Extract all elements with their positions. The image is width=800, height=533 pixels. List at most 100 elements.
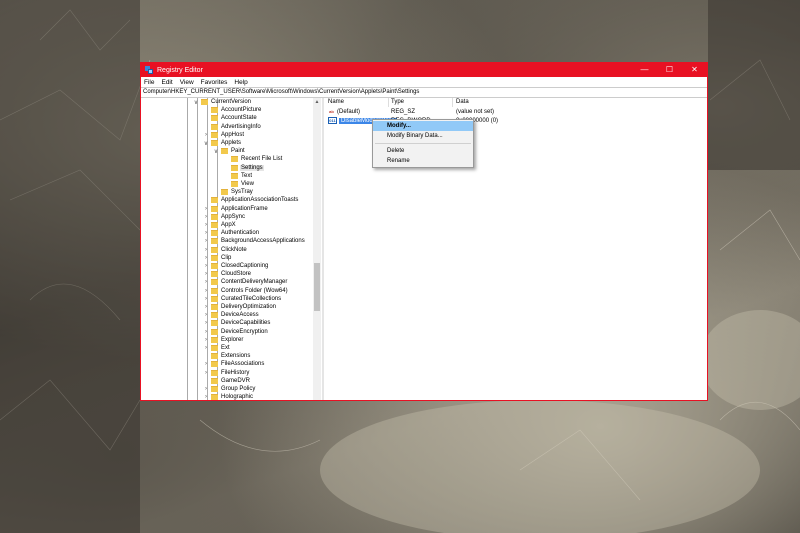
tree-node[interactable]: › ApplicationFrame [203, 205, 269, 213]
tree-node[interactable]: › FileAssociations [203, 360, 265, 368]
menu-favorites[interactable]: Favorites [201, 79, 228, 86]
expand-chevron-icon[interactable]: › [203, 271, 209, 277]
close-button[interactable]: ✕ [682, 63, 707, 77]
registry-editor-window: Registry Editor — ☐ ✕ File Edit View Fav… [140, 62, 708, 401]
folder-icon [211, 320, 218, 327]
tree-node[interactable]: › Ext [203, 344, 231, 352]
collapse-chevron-icon[interactable]: ∨ [213, 148, 219, 155]
folder-icon [211, 295, 218, 302]
tree-node[interactable]: › BackgroundAccessApplications [203, 237, 306, 245]
pane-splitter[interactable] [322, 98, 324, 400]
tree-node[interactable]: ApplicationAssociationToasts [203, 196, 299, 204]
expand-chevron-icon[interactable]: › [203, 206, 209, 212]
tree-node[interactable]: AccountState [203, 114, 258, 122]
tree-node[interactable]: › AppSync [203, 213, 246, 221]
expand-chevron-icon[interactable]: › [203, 263, 209, 269]
tree-node[interactable]: ∨ Applets [203, 139, 242, 147]
menu-item-delete[interactable]: Delete [373, 146, 473, 156]
tree-node[interactable]: › ClosedCaptioning [203, 262, 269, 270]
menu-item-modify-binary[interactable]: Modify Binary Data... [373, 131, 473, 141]
folder-icon [211, 287, 218, 294]
tree-node[interactable]: › Authentication [203, 229, 260, 237]
tree-node[interactable]: Text [223, 172, 253, 180]
expand-chevron-icon[interactable]: › [203, 255, 209, 261]
menu-file[interactable]: File [144, 79, 154, 86]
expand-chevron-icon[interactable]: › [203, 386, 209, 392]
menu-help[interactable]: Help [234, 79, 247, 86]
expand-chevron-icon[interactable]: › [203, 132, 209, 138]
tree-node-label: AccountPicture [221, 107, 262, 114]
tree-node[interactable]: › FileHistory [203, 369, 250, 377]
tree-node[interactable]: › CuratedTileCollections [203, 295, 282, 303]
expand-chevron-icon[interactable]: › [203, 238, 209, 244]
expand-chevron-icon[interactable]: › [203, 361, 209, 367]
folder-icon [211, 222, 218, 228]
tree-node[interactable]: GameDVR [203, 377, 251, 385]
tree-node-label: BackgroundAccessApplications [221, 238, 305, 245]
expand-chevron-icon[interactable]: › [203, 329, 209, 335]
value-row[interactable]: ab (Default) [328, 108, 360, 116]
tree-node-label: Group Policy [221, 386, 256, 392]
tree-node[interactable]: › ContentDeliveryManager [203, 278, 288, 286]
tree-node[interactable]: Extensions [203, 352, 251, 360]
tree-guide-line [197, 98, 198, 400]
tree-node[interactable]: AccountPicture [203, 106, 262, 114]
expand-chevron-icon[interactable]: › [203, 370, 209, 376]
tree-node-selected[interactable]: Settings [223, 164, 264, 172]
tree-node[interactable]: ∨ Paint [213, 147, 246, 155]
expand-chevron-icon[interactable]: › [203, 304, 209, 310]
menu-edit[interactable]: Edit [161, 79, 172, 86]
menu-view[interactable]: View [180, 79, 194, 86]
tree-node[interactable]: › Holographic [203, 393, 254, 400]
tree-node[interactable]: › AppHost [203, 131, 245, 139]
expand-chevron-icon[interactable]: › [203, 296, 209, 302]
collapse-chevron-icon[interactable]: ∨ [193, 99, 199, 106]
tree-node-label: AdvertisingInfo [221, 123, 261, 130]
window-title: Registry Editor [157, 66, 203, 74]
tree-node[interactable]: ∨ CurrentVersion [193, 98, 252, 106]
tree-node[interactable]: SysTray [213, 188, 254, 196]
tree-node[interactable]: AdvertisingInfo [203, 123, 262, 131]
tree-node[interactable]: View [223, 180, 255, 188]
tree-node[interactable]: › CloudStore [203, 270, 252, 278]
expand-chevron-icon[interactable]: › [203, 394, 209, 400]
tree-node[interactable]: Recent File List [223, 155, 283, 163]
expand-chevron-icon[interactable]: › [203, 230, 209, 236]
minimize-button[interactable]: — [632, 63, 657, 77]
column-header-type[interactable]: Type [391, 98, 404, 107]
tree-node[interactable]: › Explorer [203, 336, 244, 344]
column-divider[interactable] [452, 98, 453, 107]
expand-chevron-icon[interactable]: › [203, 214, 209, 220]
tree-node[interactable]: › AppX [203, 221, 237, 229]
scrollbar-thumb[interactable] [314, 263, 320, 311]
tree-node[interactable]: › ClickNote [203, 246, 248, 254]
expand-chevron-icon[interactable]: › [203, 345, 209, 351]
column-header-name[interactable]: Name [328, 98, 344, 107]
address-bar[interactable]: Computer\HKEY_CURRENT_USER\Software\Micr… [141, 87, 707, 98]
expand-chevron-icon[interactable]: › [203, 247, 209, 253]
expand-chevron-icon[interactable]: › [203, 337, 209, 343]
tree-node[interactable]: › DeviceEncryption [203, 328, 269, 336]
tree-node[interactable]: › DeliveryOptimization [203, 303, 277, 311]
expand-chevron-icon[interactable]: › [203, 312, 209, 318]
expand-chevron-icon[interactable]: › [203, 288, 209, 294]
tree-node[interactable]: › DeviceCapabilities [203, 319, 271, 327]
tree-node[interactable]: › Controls Folder (Wow64) [203, 287, 289, 295]
column-divider[interactable] [388, 98, 389, 107]
expand-chevron-icon[interactable]: › [203, 320, 209, 326]
menu-item-modify[interactable]: Modify... [373, 121, 473, 131]
tree-node[interactable]: › Clip [203, 254, 232, 262]
maximize-button[interactable]: ☐ [657, 63, 682, 77]
folder-icon [231, 172, 238, 179]
string-value-icon: ab [329, 108, 334, 114]
collapse-chevron-icon[interactable]: ∨ [203, 140, 209, 147]
expand-chevron-icon[interactable]: › [203, 222, 209, 228]
tree-scrollbar[interactable]: ▲ [313, 98, 321, 400]
title-bar[interactable]: Registry Editor — ☐ ✕ [141, 63, 707, 77]
menu-item-rename[interactable]: Rename [373, 156, 473, 166]
scroll-up-arrow-icon[interactable]: ▲ [313, 98, 321, 106]
expand-chevron-icon[interactable]: › [203, 279, 209, 285]
tree-node[interactable]: › Group Policy [203, 385, 256, 393]
tree-node[interactable]: › DeviceAccess [203, 311, 260, 319]
column-header-data[interactable]: Data [456, 98, 469, 107]
